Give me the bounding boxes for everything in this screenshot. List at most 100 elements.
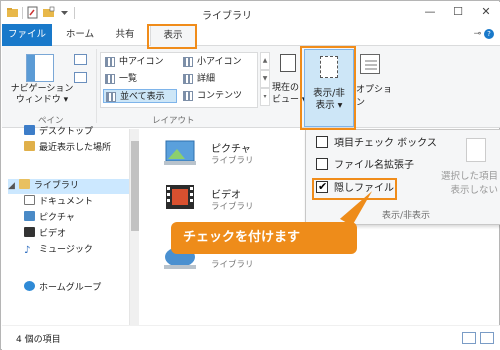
nav-label: ライブラリ (33, 181, 79, 191)
list-icon (105, 74, 115, 84)
layout-tiles[interactable]: 並べて表示 (103, 89, 177, 103)
recent-places-icon (24, 141, 35, 151)
layout-list[interactable]: 一覧 (103, 72, 177, 86)
nav-item-desktop[interactable]: デスクトップ (24, 125, 93, 140)
layout-gallery: 中アイコン 一覧 並べて表示 小アイコン 詳細 コンテンツ (100, 52, 258, 108)
item-type: ライブラリ (211, 260, 254, 270)
layout-details[interactable]: 詳細 (181, 72, 255, 86)
file-extensions-checkbox[interactable] (316, 158, 328, 170)
nav-item-libraries[interactable]: ◢ ライブラリ (8, 179, 130, 194)
view-tab-highlight (147, 24, 197, 49)
options-button[interactable]: オプション (356, 52, 396, 112)
nav-label: ドキュメント (39, 197, 94, 207)
pictures-library-icon (163, 137, 197, 167)
library-item-videos[interactable]: ビデオ ライブラリ (163, 183, 283, 215)
ribbon-tabs: ファイル ホーム 共有 表示 ⊸ ? (2, 24, 500, 47)
videos-icon (24, 227, 35, 237)
hide-selected-label-1: 選択した項目 (440, 171, 498, 182)
close-button[interactable]: ✕ (472, 2, 500, 22)
content-icon (183, 91, 193, 101)
file-extensions-label: ファイル名拡張子 (334, 160, 414, 171)
pin-icon[interactable]: ⊸ (474, 29, 482, 39)
tab-file[interactable]: ファイル (2, 24, 52, 46)
layout-label: 中アイコン (119, 57, 164, 67)
nav-label: 最近表示した場所 (39, 143, 112, 153)
expand-arrow-icon[interactable]: ◢ (8, 181, 15, 191)
tab-home[interactable]: ホーム (60, 24, 100, 46)
status-bar: 4 個の項目 (2, 325, 500, 350)
item-type: ライブラリ (211, 202, 254, 212)
customize-qat-icon[interactable] (58, 6, 71, 19)
minimize-button[interactable]: — (416, 2, 444, 22)
desktop-icon (24, 125, 35, 135)
nav-item-recent[interactable]: 最近表示した場所 (24, 141, 111, 156)
music-icon: ♪ (24, 245, 31, 256)
layout-small-icons[interactable]: 小アイコン (181, 55, 255, 69)
new-folder-icon[interactable] (42, 6, 55, 19)
navigation-pane-button[interactable]: ナビゲーション ウィンドウ ▾ (6, 84, 78, 106)
scroll-up-icon[interactable]: ▲ (260, 52, 270, 70)
title-bar: ライブラリ — ☐ ✕ (2, 2, 500, 24)
show-hide-highlight (300, 46, 356, 130)
hide-selected-icon (466, 138, 486, 162)
explorer-window: ライブラリ — ☐ ✕ ファイル ホーム 共有 表示 ⊸ ? ナビゲーション ウ… (0, 0, 500, 350)
nav-item-documents[interactable]: ドキュメント (24, 195, 93, 210)
layout-label: コンテンツ (197, 91, 243, 101)
homegroup-icon (24, 281, 35, 291)
instruction-callout: チェックを付けます (171, 222, 357, 254)
item-checkboxes-checkbox[interactable] (316, 136, 328, 148)
documents-icon (24, 195, 35, 205)
ribbon-controls[interactable]: ⊸ ? (474, 29, 494, 39)
file-extensions-option[interactable]: ファイル名拡張子 (316, 158, 414, 174)
nav-item-pictures[interactable]: ピクチャ (24, 211, 75, 226)
medium-icons-icon (105, 57, 115, 67)
navigation-pane-label: ナビゲーション (10, 84, 74, 94)
details-icon (183, 74, 193, 84)
tab-share[interactable]: 共有 (110, 24, 140, 46)
library-item-pictures[interactable]: ピクチャ ライブラリ (163, 137, 283, 169)
group-separator (96, 49, 97, 123)
nav-item-homegroup[interactable]: ホームグループ (24, 281, 101, 296)
layout-medium-icons[interactable]: 中アイコン (103, 55, 177, 69)
navigation-pane-label-2: ウィンドウ ▾ (15, 95, 69, 105)
scrollbar-thumb[interactable] (131, 141, 139, 231)
nav-label: ホームグループ (39, 283, 102, 293)
libraries-icon (18, 179, 30, 189)
details-view-icon[interactable] (462, 332, 476, 344)
expand-gallery-icon[interactable]: ▾ (260, 88, 270, 106)
show-hide-group-label: 表示/非表示 (382, 211, 431, 221)
ribbon-view: ナビゲーション ウィンドウ ▾ ペイン 中アイコン 一覧 並べて表示 小アイコン… (2, 46, 500, 128)
qat-separator (74, 6, 75, 19)
layout-gallery-scroll[interactable]: ▲ ▼ ▾ (260, 52, 270, 108)
layout-content[interactable]: コンテンツ (181, 89, 255, 103)
hide-selected-button[interactable]: 選択した項目 表示しない (412, 170, 498, 198)
item-name: ビデオ (211, 190, 241, 201)
current-view-icon (280, 54, 296, 72)
layout-label: 小アイコン (197, 57, 242, 67)
folder-icon (6, 6, 19, 19)
navigation-scrollbar[interactable] (129, 129, 139, 325)
nav-item-videos[interactable]: ビデオ (24, 227, 66, 242)
item-type: ライブラリ (211, 156, 254, 166)
scroll-down-icon[interactable]: ▼ (260, 70, 270, 88)
details-pane-icon[interactable] (74, 72, 87, 83)
navigation-pane-icon[interactable] (26, 54, 54, 82)
item-count: 4 個の項目 (16, 335, 61, 345)
hide-selected-label-2: 表示しない (450, 185, 498, 196)
qat-separator (22, 6, 23, 19)
pictures-icon (24, 211, 35, 221)
nav-label: ビデオ (39, 229, 67, 239)
properties-icon[interactable] (26, 6, 39, 19)
large-icons-view-icon[interactable] (480, 332, 494, 344)
window-controls: — ☐ ✕ (416, 2, 500, 22)
show-hide-dropdown: 項目チェック ボックス ファイル名拡張子 隠しファイル 選択した項目 表示しない… (305, 129, 500, 225)
quick-access-toolbar (6, 6, 75, 19)
help-icon[interactable]: ? (484, 29, 494, 39)
nav-item-music[interactable]: ♪ ミュージック (24, 243, 93, 258)
preview-pane-icon[interactable] (74, 54, 87, 65)
nav-label: ピクチャ (39, 213, 75, 223)
options-label: オプション (356, 85, 393, 108)
maximize-button[interactable]: ☐ (444, 2, 472, 22)
item-checkboxes-option[interactable]: 項目チェック ボックス (316, 136, 437, 152)
layout-label: 並べて表示 (120, 92, 165, 102)
